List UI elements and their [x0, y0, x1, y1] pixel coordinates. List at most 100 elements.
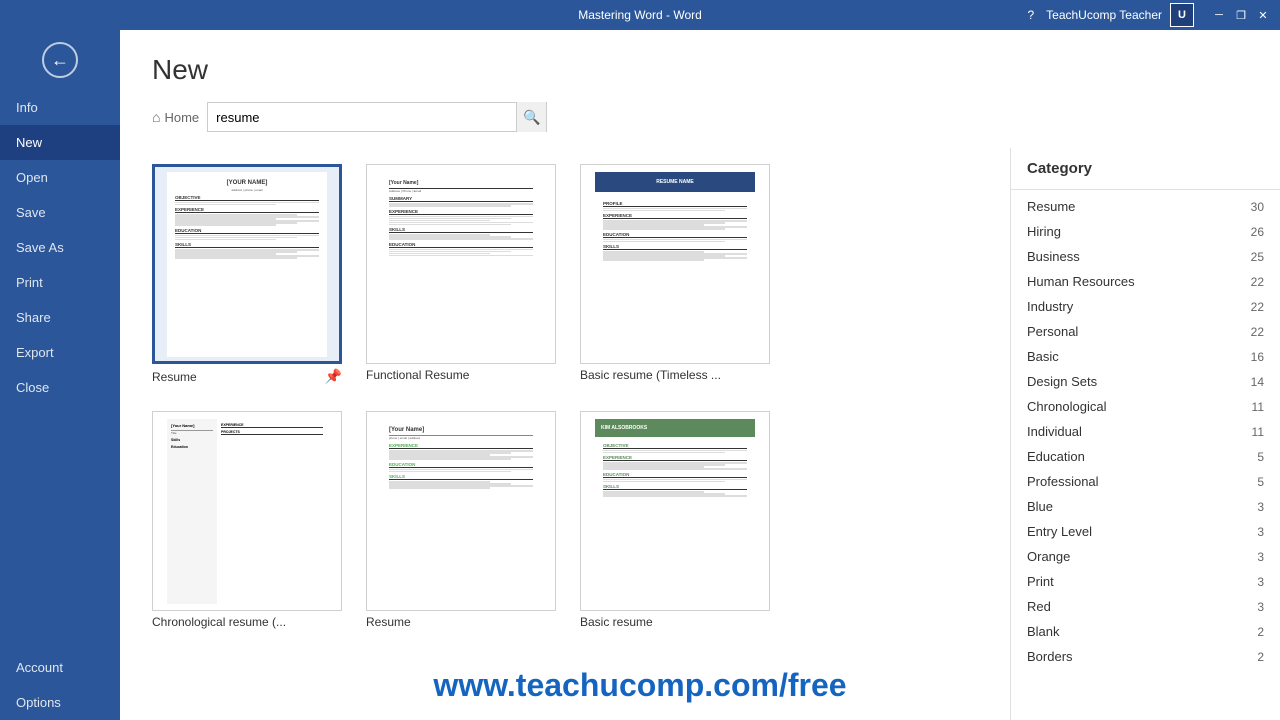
- template-thumb-3: RESUME NAME Profile Experience: [580, 164, 770, 364]
- category-item-label: Print: [1027, 574, 1054, 589]
- category-list: Resume30 Hiring 26 Business25Human Resource…: [1011, 190, 1280, 673]
- sidebar-item-save-as[interactable]: Save As: [0, 230, 120, 265]
- help-button[interactable]: ?: [1027, 8, 1034, 22]
- home-link[interactable]: ⌂ Home: [152, 109, 199, 125]
- category-item[interactable]: Industry 22: [1011, 294, 1280, 319]
- category-panel: Category Resume30 Hiring 26 Business25Human…: [1010, 148, 1280, 720]
- category-item[interactable]: Hiring 26: [1011, 219, 1280, 244]
- sidebar-item-save[interactable]: Save: [0, 195, 120, 230]
- category-item[interactable]: Resume30: [1011, 194, 1280, 219]
- template-label-4: Chronological resume (...: [152, 615, 286, 629]
- category-item-count: 11: [1252, 425, 1264, 439]
- template-label-1: Resume: [152, 370, 197, 384]
- sidebar-item-print[interactable]: Print: [0, 265, 120, 300]
- category-item[interactable]: Individual11: [1011, 419, 1280, 444]
- category-item[interactable]: Red 3: [1011, 594, 1280, 619]
- category-item-count: 16: [1251, 350, 1264, 364]
- category-item-count: 22: [1251, 300, 1264, 314]
- main-section: [YOUR NAME] address | phone | email Obje…: [120, 148, 1280, 720]
- category-item-label: Borders: [1027, 649, 1073, 664]
- category-item-label: Basic: [1027, 349, 1059, 364]
- title-bar-title: Mastering Word - Word: [578, 8, 702, 22]
- content-header: New ⌂ Home 🔍: [120, 30, 1280, 148]
- template-label-3: Basic resume (Timeless ...: [580, 368, 721, 382]
- category-item-count: 3: [1257, 550, 1264, 564]
- category-item-count: 3: [1257, 525, 1264, 539]
- sidebar-item-account[interactable]: Account: [0, 650, 120, 685]
- template-thumb-1: [YOUR NAME] address | phone | email Obje…: [152, 164, 342, 364]
- template-label-6: Basic resume: [580, 615, 653, 629]
- templates-area: [YOUR NAME] address | phone | email Obje…: [120, 148, 1010, 720]
- category-item[interactable]: Basic 16: [1011, 344, 1280, 369]
- template-label-5: Resume: [366, 615, 411, 629]
- template-label-row-5: Resume: [366, 611, 556, 631]
- category-item[interactable]: Orange3: [1011, 544, 1280, 569]
- sidebar-item-export[interactable]: Export: [0, 335, 120, 370]
- sidebar-item-open[interactable]: Open: [0, 160, 120, 195]
- category-item-count: 5: [1257, 475, 1264, 489]
- category-item[interactable]: Borders2: [1011, 644, 1280, 669]
- category-item[interactable]: Print 3: [1011, 569, 1280, 594]
- template-card-resume-6[interactable]: KIM ALSOBROOKS Objective Experience: [580, 411, 770, 631]
- templates-grid: [YOUR NAME] address | phone | email Obje…: [152, 164, 978, 631]
- category-item-label: Industry: [1027, 299, 1073, 314]
- category-item[interactable]: Human Resources22: [1011, 269, 1280, 294]
- category-header: Category: [1011, 148, 1280, 190]
- template-label-row-4: Chronological resume (...: [152, 611, 342, 631]
- home-label: Home: [164, 110, 199, 125]
- sidebar-item-new[interactable]: New: [0, 125, 120, 160]
- restore-button[interactable]: ❐: [1232, 6, 1250, 24]
- title-bar: Mastering Word - Word ? TeachUcomp Teach…: [0, 0, 1280, 30]
- template-label-2: Functional Resume: [366, 368, 469, 382]
- template-label-row-1: Resume 📌: [152, 364, 342, 387]
- sidebar-item-share[interactable]: Share: [0, 300, 120, 335]
- search-input[interactable]: [208, 103, 516, 131]
- template-card-resume-5[interactable]: [Your Name] phone | email | address Expe…: [366, 411, 556, 631]
- category-item-label: Entry Level: [1027, 524, 1092, 539]
- search-row: ⌂ Home 🔍: [152, 102, 1248, 132]
- category-item-label: Personal: [1027, 324, 1078, 339]
- category-item[interactable]: Business25: [1011, 244, 1280, 269]
- category-item-label: Resume: [1027, 199, 1075, 214]
- category-item[interactable]: Design Sets14: [1011, 369, 1280, 394]
- page-title: New: [152, 54, 1248, 86]
- sidebar-nav: Info New Open Save Save As Print Share E…: [0, 90, 120, 650]
- minimize-button[interactable]: ─: [1210, 6, 1228, 24]
- back-circle-icon: ←: [42, 42, 78, 78]
- category-item[interactable]: Professional5: [1011, 469, 1280, 494]
- sidebar-item-close[interactable]: Close: [0, 370, 120, 405]
- search-button[interactable]: 🔍: [516, 102, 546, 132]
- category-item[interactable]: Chronological11: [1011, 394, 1280, 419]
- sidebar-item-info[interactable]: Info: [0, 90, 120, 125]
- template-card-resume-4[interactable]: [Your Name] Title Skills: [152, 411, 342, 631]
- category-item[interactable]: Blue3: [1011, 494, 1280, 519]
- close-button[interactable]: ✕: [1254, 6, 1272, 24]
- template-thumb-4: [Your Name] Title Skills: [152, 411, 342, 611]
- category-item-count: 3: [1257, 600, 1264, 614]
- category-item[interactable]: Personal22: [1011, 319, 1280, 344]
- window-controls: ─ ❐ ✕: [1210, 6, 1272, 24]
- user-avatar[interactable]: U: [1170, 3, 1194, 27]
- category-item-count: 5: [1257, 450, 1264, 464]
- category-item-count: 25: [1251, 250, 1264, 264]
- sidebar-item-options[interactable]: Options: [0, 685, 120, 720]
- category-item[interactable]: Education5: [1011, 444, 1280, 469]
- category-item-count: 26: [1251, 225, 1264, 239]
- category-item-label: Design Sets: [1027, 374, 1097, 389]
- category-item-label: Red: [1027, 599, 1051, 614]
- sidebar: ← Info New Open Save Save As Print Share…: [0, 30, 120, 720]
- template-thumb-2: [Your Name] Address | Phone | Email Summ…: [366, 164, 556, 364]
- template-card-resume-2[interactable]: [Your Name] Address | Phone | Email Summ…: [366, 164, 556, 387]
- category-scroll[interactable]: Resume30 Hiring 26 Business25Human Resource…: [1011, 190, 1280, 720]
- template-card-resume-1[interactable]: [YOUR NAME] address | phone | email Obje…: [152, 164, 342, 387]
- category-item[interactable]: Entry Level 3: [1011, 519, 1280, 544]
- back-button[interactable]: ←: [0, 30, 120, 90]
- app-body: ← Info New Open Save Save As Print Share…: [0, 30, 1280, 720]
- search-box: 🔍: [207, 102, 547, 132]
- template-thumb-5: [Your Name] phone | email | address Expe…: [366, 411, 556, 611]
- category-item[interactable]: Blank2: [1011, 619, 1280, 644]
- template-card-resume-3[interactable]: RESUME NAME Profile Experience: [580, 164, 770, 387]
- category-item-count: 3: [1257, 575, 1264, 589]
- template-label-row-6: Basic resume: [580, 611, 770, 631]
- category-item-label: Hiring: [1027, 224, 1061, 239]
